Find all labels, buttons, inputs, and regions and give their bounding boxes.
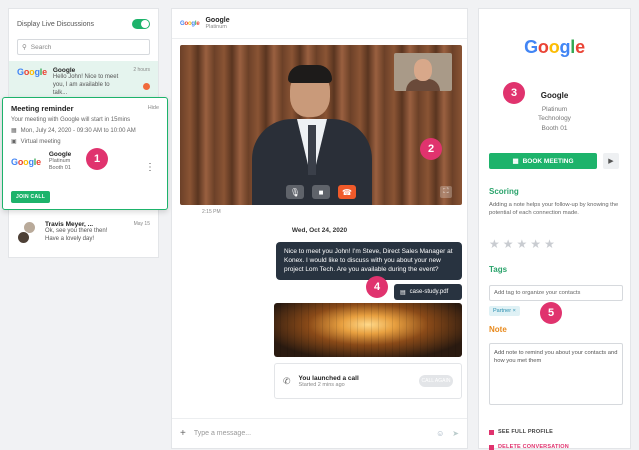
chat-header-tier: Platinum: [205, 24, 227, 30]
chat-message: Nice to meet you John! I'm Steve, Direct…: [276, 242, 462, 281]
search-placeholder: Search: [30, 43, 52, 51]
file-icon: ▤: [400, 289, 406, 296]
file-attachment[interactable]: ▤ case-study.pdf: [394, 284, 462, 300]
tag-chip[interactable]: Partner ×: [489, 306, 520, 316]
marker-4: 4: [366, 276, 388, 298]
company-tier: Platinum: [48, 158, 71, 164]
more-options-icon[interactable]: ⋮: [145, 163, 155, 173]
profile-icon: [489, 429, 494, 435]
chat-header-name: Google: [205, 17, 230, 24]
conversation-time: May 15: [133, 221, 150, 227]
book-meeting-button[interactable]: ▦ BOOK MEETING: [489, 153, 597, 169]
company-booth: Booth 01: [48, 165, 71, 172]
chat-header: Google Google Platinum: [172, 9, 467, 39]
google-logo: Google: [180, 20, 200, 27]
live-discussions-toggle[interactable]: [132, 19, 150, 29]
delete-conversation-label: DELETE CONVERSATION: [498, 444, 569, 450]
note-title: Note: [489, 325, 507, 334]
conversation-item-travis[interactable]: Travis Meyer, ... Ok, see you there then…: [9, 215, 158, 251]
add-icon[interactable]: +: [180, 428, 186, 439]
mute-icon[interactable]: 🎙: [286, 185, 304, 199]
unread-badge: [143, 83, 150, 90]
rating-stars[interactable]: ★ ★ ★ ★ ★: [489, 237, 555, 251]
tags-title: Tags: [489, 265, 508, 274]
file-name: case-study.pdf: [409, 289, 449, 295]
call-card: ✆ You launched a call Started 2 mins ago…: [274, 363, 462, 399]
profile-industry: Technology: [538, 115, 571, 123]
reminder-company: Google Google Platinum Booth 01: [11, 151, 159, 172]
conversation-time: 2 hours: [133, 67, 150, 73]
image-attachment[interactable]: [274, 303, 462, 357]
composer-placeholder: Type a message...: [193, 430, 252, 437]
reminder-location-row: ▣ Virtual meeting: [11, 138, 159, 146]
conversation-name: Travis Meyer, ...: [45, 221, 94, 228]
star-icon[interactable]: ★: [544, 237, 555, 251]
note-textarea[interactable]: Add note to remind you about your contac…: [489, 343, 623, 405]
company-name: Google: [48, 151, 72, 158]
date-divider: Wed, Oct 24, 2020: [291, 227, 348, 234]
google-logo: Google: [17, 67, 47, 77]
live-discussions-label: Display Live Discussions: [17, 20, 95, 28]
conversation-preview: Ok, see you there then! Have a lovely da…: [45, 228, 108, 242]
video-call-icon[interactable]: ▶: [603, 153, 619, 169]
calendar-icon: ▦: [11, 128, 17, 134]
meeting-reminder-card: Meeting reminder Hide Your meeting with …: [2, 97, 168, 210]
see-full-profile-label: SEE FULL PROFILE: [498, 429, 554, 435]
send-icon[interactable]: ➤: [452, 429, 459, 438]
group-avatar: [17, 221, 39, 245]
video-timestamp: 2:15 PM: [202, 209, 221, 215]
profile-booth: Booth 01: [541, 124, 568, 132]
main-participant: [252, 65, 372, 205]
star-icon[interactable]: ★: [530, 237, 541, 251]
marker-2: 2: [420, 138, 442, 160]
camera-icon[interactable]: ■: [312, 185, 330, 199]
calendar-icon: ▦: [512, 158, 519, 165]
search-icon: ⚲: [22, 44, 27, 51]
conversation-item-google[interactable]: Google Google Hello John! Nice to meet y…: [9, 61, 158, 99]
reminder-message: Your meeting with Google will start in 1…: [11, 117, 131, 123]
scoring-description: Adding a note helps your follow-up by kn…: [489, 202, 619, 217]
profile-name: Google: [540, 91, 569, 100]
profile-details: Platinum Technology Booth 01: [479, 105, 630, 133]
reminder-title: Meeting reminder: [11, 104, 74, 113]
call-sub: Started 2 mins ago: [298, 381, 345, 388]
star-icon[interactable]: ★: [503, 237, 514, 251]
video-icon: ▣: [11, 139, 17, 145]
message-composer[interactable]: + Type a message... ☺ ➤: [172, 418, 467, 448]
marker-3: 3: [503, 82, 525, 104]
join-call-button[interactable]: JOIN CALL: [11, 191, 51, 203]
star-icon[interactable]: ★: [489, 237, 500, 251]
call-again-button[interactable]: CALL AGAIN: [419, 375, 453, 387]
hide-button[interactable]: Hide: [148, 105, 159, 111]
see-full-profile-link[interactable]: SEE FULL PROFILE: [489, 429, 553, 435]
reminder-datetime: Mon, July 24, 2020 - 09:30 AM to 10:00 A…: [20, 127, 136, 134]
call-title: You launched a call: [298, 374, 359, 382]
google-logo-large: Google: [524, 37, 585, 57]
marker-5: 5: [540, 302, 562, 324]
search-input[interactable]: ⚲ Search: [17, 39, 150, 55]
reminder-location: Virtual meeting: [20, 138, 61, 145]
chat-panel: Google Google Platinum 🎙 ■ ☎ ⛶ 2:15 PM W…: [171, 8, 468, 449]
conversation-preview: Hello John! Nice to meet you, I am avail…: [52, 74, 119, 96]
self-view[interactable]: [394, 53, 452, 91]
star-icon[interactable]: ★: [517, 237, 528, 251]
tags-input[interactable]: Add tag to organize your contacts: [489, 285, 623, 301]
book-meeting-label: BOOK MEETING: [522, 157, 574, 165]
google-logo: Google: [11, 156, 41, 167]
reminder-datetime-row: ▦ Mon, July 24, 2020 - 09:30 AM to 10:00…: [11, 127, 159, 135]
profile-panel: Google Google Platinum Technology Booth …: [478, 8, 631, 450]
phone-icon: ✆: [283, 375, 291, 386]
marker-1: 1: [86, 148, 108, 170]
emoji-icon[interactable]: ☺: [436, 429, 444, 438]
fullscreen-icon[interactable]: ⛶: [440, 186, 452, 198]
conversation-name: Google: [52, 67, 76, 74]
scoring-title: Scoring: [489, 187, 519, 196]
video-call[interactable]: 🎙 ■ ☎ ⛶: [180, 45, 462, 205]
delete-conversation-link[interactable]: DELETE CONVERSATION: [489, 444, 569, 450]
profile-tier: Platinum: [541, 106, 568, 113]
end-call-icon[interactable]: ☎: [338, 185, 356, 199]
live-discussions-row: Display Live Discussions: [9, 9, 158, 35]
